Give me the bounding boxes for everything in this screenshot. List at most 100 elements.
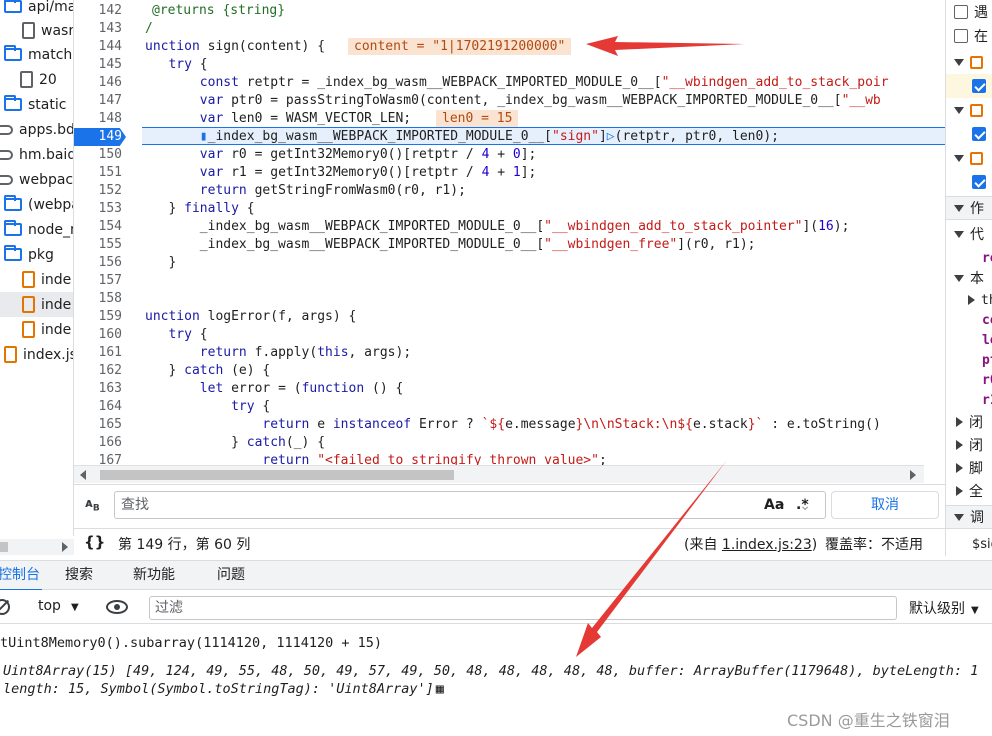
tree-item-20[interactable]: 20 [20, 67, 57, 92]
line-number[interactable]: 152 [74, 182, 122, 200]
tree-item-wasm[interactable]: wasr [22, 18, 73, 43]
line-number[interactable]: 160 [74, 326, 122, 344]
match-case-button[interactable]: Aa [764, 497, 784, 513]
chevron-down-icon[interactable] [954, 513, 964, 521]
line-number[interactable]: 147 [74, 92, 122, 110]
line-number[interactable]: 163 [74, 380, 122, 398]
line-number[interactable]: 143 [74, 20, 122, 38]
call-section-header[interactable]: 调 [946, 505, 992, 529]
checkbox[interactable] [954, 5, 968, 19]
scope-section-header[interactable]: 作 [946, 196, 992, 220]
chevron-left-icon[interactable] [80, 470, 86, 480]
clear-console-icon[interactable] [0, 599, 10, 615]
tree-item-webpack[interactable]: webpack [0, 167, 73, 192]
tab-issues[interactable]: 问题 [217, 561, 245, 591]
global-scope-row[interactable]: 全 [946, 479, 992, 503]
line-number[interactable]: 157 [74, 272, 122, 290]
chevron-right-icon[interactable] [956, 463, 963, 473]
memory-inspector-icon[interactable]: ▦ [436, 681, 444, 697]
local-var-row[interactable]: r1 [946, 388, 992, 412]
breakpoint-file-row[interactable] [946, 98, 992, 122]
line-number[interactable]: 167 [74, 452, 122, 465]
tree-item-webpack-folder[interactable]: (webpa [4, 192, 73, 217]
eye-icon[interactable] [106, 600, 128, 614]
tree-item-static[interactable]: static [4, 92, 66, 117]
tree-item-apps[interactable]: apps.bdim [0, 117, 73, 142]
tree-item-index-2[interactable]: inde [0, 292, 73, 317]
tab-console[interactable]: 控制台 [0, 561, 42, 591]
tree-item-index-js[interactable]: index.js [4, 342, 73, 367]
context-selector[interactable]: top ▼ [38, 598, 79, 614]
callstack-row[interactable]: 代 [946, 222, 992, 246]
tab-search[interactable]: 搜索 [65, 561, 93, 591]
pause-on-uncaught-row[interactable]: 遇 [946, 0, 992, 24]
checkbox-checked[interactable] [972, 127, 986, 141]
tree-item-hm[interactable]: hm.baidu [0, 142, 73, 167]
tree-item-index-1[interactable]: inde [22, 267, 71, 292]
chevron-down-icon[interactable] [954, 106, 964, 114]
line-number[interactable]: 151 [74, 164, 122, 182]
chevron-right-icon[interactable] [910, 470, 916, 480]
filter-input[interactable]: 过滤 [149, 596, 897, 620]
line-number[interactable]: 162 [74, 362, 122, 380]
closure-row[interactable]: 闭 [946, 410, 992, 434]
local-scope-row[interactable]: 本 [946, 266, 992, 290]
breakpoint-row[interactable] [946, 122, 992, 146]
line-number[interactable]: 161 [74, 344, 122, 362]
chevron-down-icon[interactable] [954, 204, 964, 212]
line-number[interactable]: 164 [74, 398, 122, 416]
chevron-down-icon[interactable] [954, 154, 964, 162]
tree-item-pkg[interactable]: pkg [4, 242, 54, 267]
pretty-print-icon[interactable]: {} [84, 533, 105, 551]
tree-horizontal-scrollbar[interactable] [0, 539, 74, 555]
find-input[interactable]: 查找 ⌃ ⌄ [114, 491, 826, 519]
chevron-right-icon[interactable] [62, 542, 68, 552]
line-number[interactable]: 146 [74, 74, 122, 92]
line-number[interactable]: 144 [74, 38, 122, 56]
chevron-right-icon[interactable] [956, 486, 963, 496]
line-number[interactable]: 155 [74, 236, 122, 254]
pause-on-caught-row[interactable]: 在 [946, 24, 992, 48]
chevron-right-icon[interactable] [956, 440, 963, 450]
breakpoint-row[interactable] [946, 170, 992, 194]
scroll-thumb[interactable] [0, 542, 8, 552]
breakpoint-file-row[interactable] [946, 50, 992, 74]
chevron-down-icon[interactable] [954, 58, 964, 66]
chevron-down-icon[interactable] [954, 230, 964, 238]
line-number[interactable]: 158 [74, 290, 122, 308]
checkbox-checked[interactable] [972, 175, 986, 189]
line-number[interactable]: 148 [74, 110, 122, 128]
editor-horizontal-scrollbar[interactable] [74, 465, 924, 483]
line-number[interactable]: 145 [74, 56, 122, 74]
chevron-right-icon[interactable] [956, 417, 963, 427]
line-number-gutter[interactable]: 142 143 144 145 146 147 148 149 150 151 152 153 154 1… [74, 0, 126, 465]
line-number[interactable]: 142 [74, 2, 122, 20]
script-scope-row[interactable]: 脚 [946, 456, 992, 480]
line-number[interactable]: 165 [74, 416, 122, 434]
tree-item-match[interactable]: match [4, 42, 72, 67]
line-number[interactable]: 154 [74, 218, 122, 236]
chevron-right-icon[interactable] [968, 295, 975, 305]
chevron-down-icon[interactable] [954, 274, 964, 282]
scroll-thumb[interactable] [100, 470, 454, 480]
breakpoint-line-number[interactable]: 149 [74, 128, 126, 146]
line-number[interactable]: 153 [74, 200, 122, 218]
closure-row[interactable]: 闭 [946, 433, 992, 457]
regex-button[interactable]: .* [796, 497, 809, 513]
log-levels-dropdown[interactable]: 默认级别 ▼ [909, 598, 979, 618]
call-item[interactable]: $sig [946, 532, 992, 556]
cancel-button[interactable]: 取消 [831, 491, 939, 519]
source-link[interactable]: 1.index.js:23 [722, 537, 812, 553]
checkbox[interactable] [954, 29, 968, 43]
tree-item-api[interactable]: api/ma [4, 0, 73, 19]
tree-item-node-modules[interactable]: node_m [4, 217, 73, 242]
replace-toggle-icon[interactable]: ᴀB [85, 496, 100, 513]
tree-item-index-3[interactable]: inde [22, 317, 71, 342]
tab-whats-new[interactable]: 新功能 [133, 561, 175, 591]
line-number[interactable]: 156 [74, 254, 122, 272]
checkbox-checked[interactable] [972, 79, 986, 93]
line-number[interactable]: 150 [74, 146, 122, 164]
line-number[interactable]: 166 [74, 434, 122, 452]
breakpoint-row-active[interactable] [946, 74, 992, 98]
line-number[interactable]: 159 [74, 308, 122, 326]
